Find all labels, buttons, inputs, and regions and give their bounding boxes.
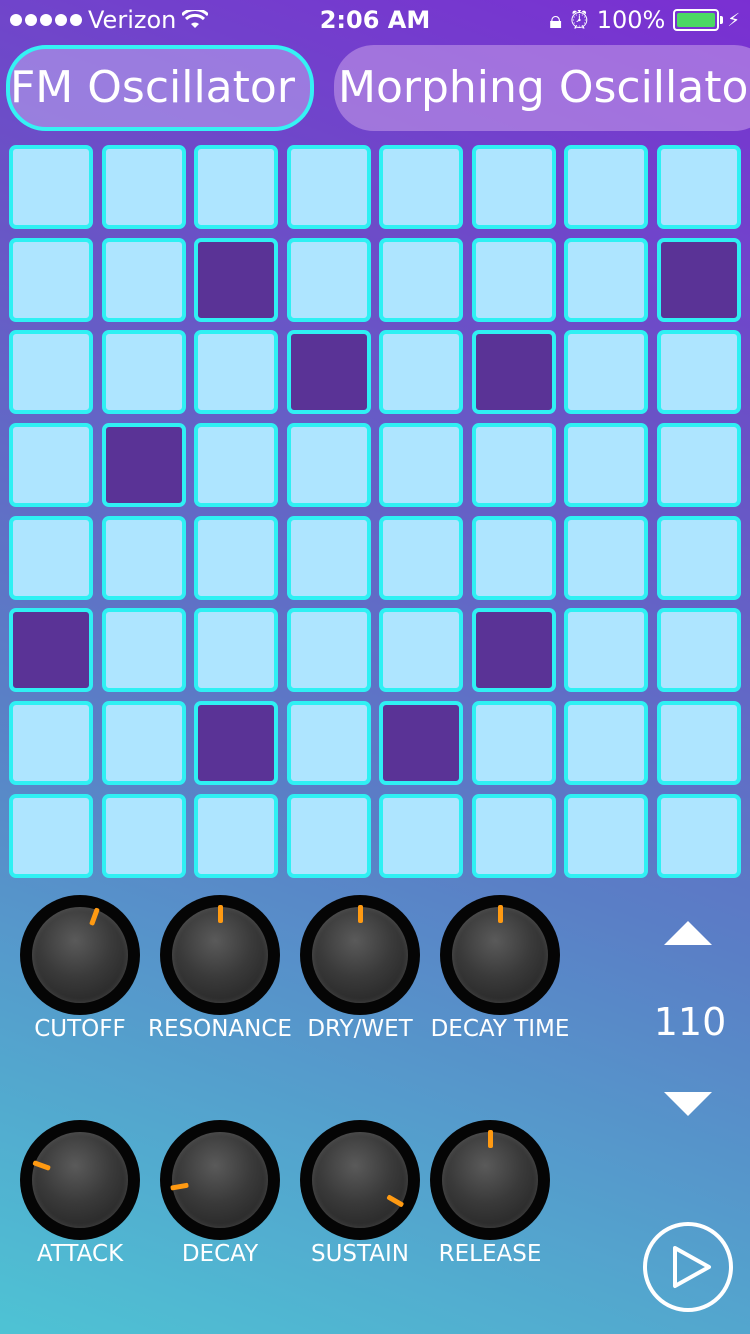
grid-cell[interactable]: [379, 515, 463, 600]
grid-cell[interactable]: [286, 237, 371, 322]
knob-label: DECAY TIME: [430, 1016, 570, 1042]
step-sequencer-grid: [9, 145, 741, 878]
grid-cell[interactable]: [471, 423, 556, 508]
tab-morphing-oscillator[interactable]: Morphing Oscillator: [334, 45, 750, 131]
knob-cutoff[interactable]: [20, 895, 140, 1015]
knob-resonance[interactable]: [160, 895, 280, 1015]
grid-cell[interactable]: [286, 145, 371, 229]
grid-cell[interactable]: [656, 515, 741, 600]
grid-cell[interactable]: [286, 701, 371, 786]
grid-cell[interactable]: [564, 515, 648, 600]
grid-cell[interactable]: [656, 701, 741, 786]
grid-cell[interactable]: [101, 793, 186, 878]
status-bar: Verizon 2:06 AM 🔒︎ ⏰︎ 100% ⚡︎: [0, 0, 750, 40]
grid-cell[interactable]: [101, 237, 186, 322]
grid-cell[interactable]: [379, 330, 463, 415]
grid-cell[interactable]: [656, 793, 741, 878]
grid-cell[interactable]: [471, 608, 556, 693]
grid-cell[interactable]: [9, 423, 93, 508]
grid-cell[interactable]: [656, 237, 741, 322]
knob-dry-wet[interactable]: [300, 895, 420, 1015]
grid-cell[interactable]: [471, 793, 556, 878]
grid-cell[interactable]: [194, 237, 278, 322]
grid-cell[interactable]: [9, 608, 93, 693]
tempo-value: 110: [653, 1000, 727, 1044]
grid-cell[interactable]: [379, 608, 463, 693]
charging-icon: ⚡︎: [727, 9, 740, 31]
grid-cell[interactable]: [656, 423, 741, 508]
grid-cell[interactable]: [379, 701, 463, 786]
grid-cell[interactable]: [471, 701, 556, 786]
battery-percentage: 100%: [596, 6, 666, 34]
grid-cell[interactable]: [564, 793, 648, 878]
grid-cell[interactable]: [9, 515, 93, 600]
grid-cell[interactable]: [101, 423, 186, 508]
status-right: 🔒︎ ⏰︎ 100% ⚡︎: [549, 6, 740, 34]
battery-icon: [673, 9, 724, 31]
grid-cell[interactable]: [379, 237, 463, 322]
knob-decay-time[interactable]: [440, 895, 560, 1015]
grid-cell[interactable]: [286, 330, 371, 415]
knob-decay[interactable]: [160, 1120, 280, 1240]
grid-cell[interactable]: [656, 330, 741, 415]
grid-cell[interactable]: [564, 330, 648, 415]
grid-cell[interactable]: [286, 423, 371, 508]
grid-cell[interactable]: [101, 145, 186, 229]
grid-cell[interactable]: [471, 237, 556, 322]
tempo-up-button[interactable]: [664, 921, 712, 945]
grid-cell[interactable]: [101, 608, 186, 693]
grid-cell[interactable]: [471, 515, 556, 600]
grid-cell[interactable]: [9, 793, 93, 878]
grid-cell[interactable]: [564, 701, 648, 786]
rotation-lock-icon: 🔒︎: [549, 6, 562, 34]
knob-sustain[interactable]: [300, 1120, 420, 1240]
grid-cell[interactable]: [194, 423, 278, 508]
tab-fm-oscillator[interactable]: FM Oscillator: [6, 45, 314, 131]
knob-release[interactable]: [430, 1120, 550, 1240]
grid-cell[interactable]: [564, 608, 648, 693]
grid-cell[interactable]: [101, 515, 186, 600]
grid-cell[interactable]: [656, 145, 741, 229]
grid-cell[interactable]: [564, 145, 648, 229]
grid-cell[interactable]: [564, 423, 648, 508]
tempo-down-button[interactable]: [664, 1092, 712, 1116]
grid-cell[interactable]: [286, 608, 371, 693]
grid-cell[interactable]: [194, 330, 278, 415]
grid-cell[interactable]: [471, 330, 556, 415]
grid-cell[interactable]: [286, 515, 371, 600]
grid-cell[interactable]: [194, 701, 278, 786]
play-icon: [673, 1246, 711, 1288]
grid-cell[interactable]: [194, 515, 278, 600]
alarm-icon: ⏰︎: [570, 6, 589, 34]
grid-cell[interactable]: [194, 608, 278, 693]
grid-cell[interactable]: [194, 793, 278, 878]
grid-cell[interactable]: [194, 145, 278, 229]
grid-cell[interactable]: [656, 608, 741, 693]
grid-cell[interactable]: [379, 145, 463, 229]
knob-label: RELEASE: [438, 1241, 542, 1267]
play-button[interactable]: [643, 1222, 733, 1312]
grid-cell[interactable]: [471, 145, 556, 229]
grid-cell[interactable]: [101, 330, 186, 415]
knob-attack[interactable]: [20, 1120, 140, 1240]
grid-cell[interactable]: [9, 145, 93, 229]
grid-cell[interactable]: [9, 237, 93, 322]
grid-cell[interactable]: [379, 423, 463, 508]
grid-cell[interactable]: [379, 793, 463, 878]
grid-cell[interactable]: [9, 701, 93, 786]
grid-cell[interactable]: [286, 793, 371, 878]
grid-cell[interactable]: [9, 330, 93, 415]
grid-cell[interactable]: [564, 237, 648, 322]
grid-cell[interactable]: [101, 701, 186, 786]
